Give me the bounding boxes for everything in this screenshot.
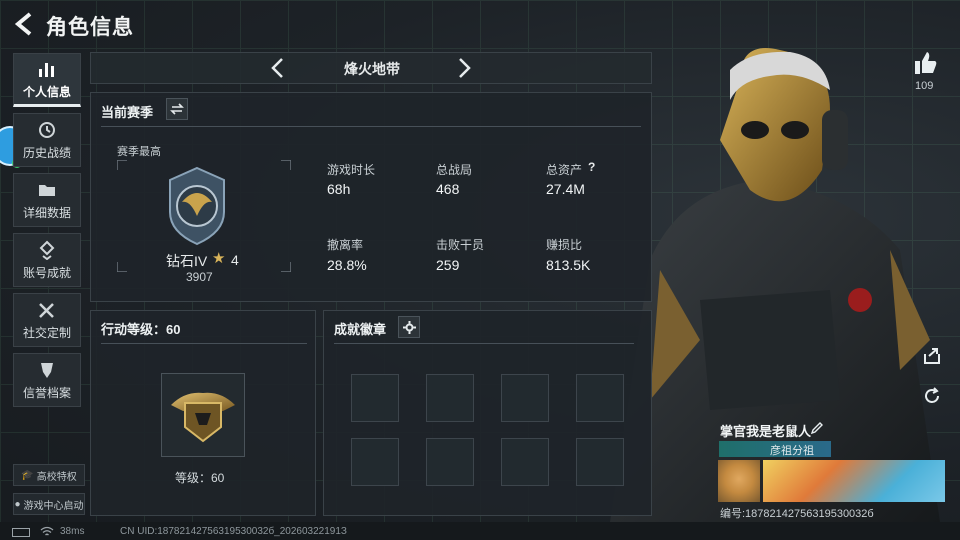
- sidebar-item-detail-data[interactable]: 详细数据: [13, 173, 81, 227]
- switch-season-button[interactable]: [166, 98, 188, 120]
- campus-icon: 🎓: [21, 469, 34, 481]
- stat-label-profit-ratio: 赚损比: [546, 238, 583, 252]
- divider: [334, 343, 634, 344]
- thumbs-up-icon[interactable]: [912, 50, 938, 76]
- battery-icon: [12, 528, 30, 537]
- badge-slot[interactable]: [426, 438, 474, 486]
- help-icon[interactable]: ?: [588, 160, 595, 174]
- bar-chart-icon: [39, 62, 54, 77]
- campus-label: 高校特权: [36, 471, 77, 483]
- stat-value-playtime: 68h: [327, 181, 351, 197]
- star-icon: ★: [212, 250, 226, 267]
- rank-stars: 4: [231, 252, 239, 268]
- level-text: 等级：60: [175, 471, 225, 485]
- stat-label-total-assets: 总资产: [546, 163, 583, 177]
- action-level-title: 行动等级：60: [101, 322, 181, 337]
- badge-settings-button[interactable]: [398, 316, 420, 338]
- sidebar-item-label: 详细数据: [22, 205, 71, 220]
- badge-slot[interactable]: [426, 374, 474, 422]
- player-banner-image[interactable]: [763, 460, 945, 502]
- prev-mode-arrow-icon[interactable]: [268, 56, 288, 80]
- badges-title: 成就徽章: [334, 322, 387, 337]
- player-name: 掌官我是老鼠人: [720, 424, 812, 439]
- shield-icon: [41, 362, 53, 378]
- page-title: 角色信息: [46, 16, 134, 39]
- sidebar-item-label: 个人信息: [22, 84, 71, 99]
- wifi-icon: [40, 526, 54, 536]
- uid-text: CN UID:18782142756319530032б_20260322191…: [120, 526, 347, 537]
- season-best-label: 赛季最高: [117, 146, 161, 158]
- tools-icon: [39, 302, 54, 318]
- season-title: 当前赛季: [101, 105, 154, 120]
- sidebar-item-label: 社交定制: [22, 325, 71, 340]
- stat-value-total-assets: 27.4M: [546, 181, 585, 197]
- divider: [101, 126, 641, 127]
- sidebar-item-label: 历史战绩: [22, 145, 71, 160]
- clock-icon: [39, 121, 55, 138]
- player-id: 编号:18782142756319530032б: [720, 508, 874, 520]
- achievement-icon: [39, 240, 55, 260]
- game-center-icon: ●: [14, 498, 21, 510]
- swap-icon: [170, 103, 184, 115]
- folder-icon: [39, 184, 55, 196]
- stat-label-extraction-rate: 撤离率: [327, 238, 364, 252]
- game-center-button[interactable]: ● 游戏中心启动: [13, 493, 85, 515]
- game-center-label: 游戏中心启动: [23, 500, 84, 512]
- sidebar-item-credit[interactable]: 信誉档案: [13, 353, 81, 407]
- sidebar-item-personal-info[interactable]: 个人信息: [13, 53, 81, 107]
- sidebar-item-label: 信誉档案: [22, 385, 71, 400]
- stat-value-total-matches: 468: [436, 181, 460, 197]
- sidebar-item-achievements[interactable]: 账号成就: [13, 233, 81, 287]
- edit-pencil-icon[interactable]: [810, 421, 824, 435]
- badge-slot[interactable]: [501, 374, 549, 422]
- likes-count: 109: [915, 80, 934, 92]
- diamond-rank-emblem-icon: [169, 166, 225, 246]
- stat-value-profit-ratio: 813.5K: [546, 257, 591, 273]
- player-avatar[interactable]: [718, 460, 760, 502]
- sidebar-item-label: 账号成就: [22, 265, 71, 280]
- badge-slot[interactable]: [351, 374, 399, 422]
- badge-slot[interactable]: [576, 438, 624, 486]
- stat-label-total-matches: 总战局: [436, 163, 473, 177]
- stat-value-extraction-rate: 28.8%: [327, 257, 367, 273]
- divider: [101, 343, 307, 344]
- stat-label-operators-defeated: 击败干员: [436, 238, 485, 252]
- group-name: 彦祖分祖: [770, 445, 814, 457]
- campus-privilege-button[interactable]: 🎓 高校特权: [13, 464, 85, 486]
- refresh-icon[interactable]: [922, 386, 942, 406]
- badge-slot[interactable]: [501, 438, 549, 486]
- stat-label-playtime: 游戏时长: [327, 163, 376, 177]
- share-icon[interactable]: [922, 346, 942, 366]
- badge-slot[interactable]: [351, 438, 399, 486]
- gear-icon: [402, 320, 416, 334]
- next-mode-arrow-icon[interactable]: [454, 56, 474, 80]
- sidebar-item-social[interactable]: 社交定制: [13, 293, 81, 347]
- level-badge-icon: [171, 392, 235, 443]
- ping-value: 38ms: [60, 526, 85, 537]
- rank-name: 钻石IV: [166, 253, 208, 269]
- badge-slot[interactable]: [576, 374, 624, 422]
- back-arrow-icon[interactable]: [12, 10, 38, 38]
- rank-score: 3907: [186, 270, 213, 284]
- sidebar-item-history[interactable]: 历史战绩: [13, 113, 81, 167]
- stat-value-operators-defeated: 259: [436, 257, 460, 273]
- current-mode-label: 烽火地带: [344, 61, 400, 77]
